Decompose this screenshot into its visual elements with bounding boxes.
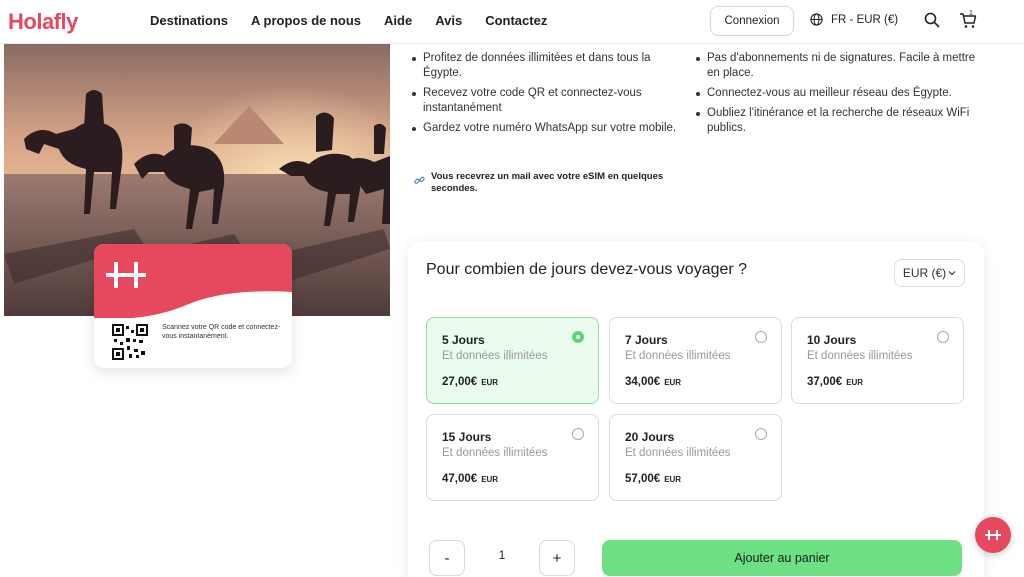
plan-days: 5 Jours: [442, 333, 485, 347]
plan-days: 10 Jours: [807, 333, 857, 347]
plan-price-currency: EUR: [664, 475, 682, 484]
plan-price-value: 47,00€: [442, 473, 478, 485]
features-list-right: Pas d'abonnements ni de signatures. Faci…: [694, 51, 984, 141]
globe-icon: [810, 13, 823, 26]
decrement-quantity-button[interactable]: -: [429, 540, 465, 576]
currency-value: EUR (€): [902, 266, 947, 280]
language-label: FR - EUR (€): [831, 13, 899, 26]
plan-selector-panel: Pour combien de jours devez-vous voyager…: [408, 241, 984, 577]
plan-price: 47,00€ EUR: [442, 473, 498, 485]
plan-data: Et données illimitées: [807, 350, 913, 362]
esim-card-caption: Scannez votre QR code et connectez-vous …: [162, 324, 281, 340]
login-button[interactable]: Connexion: [710, 6, 794, 36]
plan-price-currency: EUR: [481, 475, 499, 484]
plan-price-value: 57,00€: [625, 473, 661, 485]
plan-price-currency: EUR: [481, 378, 499, 387]
plan-days: 20 Jours: [625, 430, 675, 444]
quantity-value[interactable]: 1: [496, 548, 508, 562]
plan-data: Et données illimitées: [442, 350, 548, 362]
search-icon[interactable]: [924, 12, 940, 28]
plan-price-value: 34,00€: [625, 376, 661, 388]
plan-price: 57,00€ EUR: [625, 473, 681, 485]
feature-item: Gardez votre numéro WhatsApp sur votre m…: [410, 121, 680, 136]
feature-item: Pas d'abonnements ni de signatures. Faci…: [694, 51, 984, 81]
plan-option-7-days[interactable]: 7 Jours Et données illimitées 34,00€ EUR: [609, 317, 782, 404]
plan-selector-title: Pour combien de jours devez-vous voyager…: [426, 261, 748, 278]
plan-radio[interactable]: [572, 331, 584, 343]
feature-item: Oubliez l'itinérance et la recherche de …: [694, 106, 984, 136]
currency-dropdown[interactable]: EUR (€): [894, 259, 965, 287]
plan-data: Et données illimitées: [625, 447, 731, 459]
main-nav: Destinations A propos de nous Aide Avis …: [150, 13, 570, 28]
plan-option-10-days[interactable]: 10 Jours Et données illimitées 37,00€ EUR: [791, 317, 964, 404]
nav-help[interactable]: Aide: [384, 13, 412, 28]
feature-item: Connectez-vous au meilleur réseau des Ég…: [694, 86, 984, 101]
plan-option-15-days[interactable]: 15 Jours Et données illimitées 47,00€ EUR: [426, 414, 599, 501]
plan-price: 27,00€ EUR: [442, 376, 498, 388]
plan-price: 34,00€ EUR: [625, 376, 681, 388]
plan-days: 7 Jours: [625, 333, 668, 347]
plan-price-value: 27,00€: [442, 376, 478, 388]
plan-days: 15 Jours: [442, 430, 492, 444]
plan-data: Et données illimitées: [625, 350, 731, 362]
email-delivery-text: Vous recevrez un mail avec votre eSIM en…: [431, 171, 664, 194]
nav-reviews[interactable]: Avis: [435, 13, 462, 28]
holafly-h-icon: [106, 262, 146, 288]
add-to-cart-button[interactable]: Ajouter au panier: [602, 540, 962, 576]
increment-quantity-button[interactable]: +: [539, 540, 575, 576]
cart-badge: 1: [969, 10, 973, 17]
chat-button[interactable]: [975, 517, 1011, 553]
feature-item: Recevez votre code QR et connectez-vous …: [410, 86, 680, 116]
feature-item: Profitez de données illimitées et dans t…: [410, 51, 680, 81]
nav-contact[interactable]: Contactez: [485, 13, 547, 28]
plan-price-value: 37,00€: [807, 376, 843, 388]
nav-about[interactable]: A propos de nous: [251, 13, 361, 28]
chevron-down-icon: [948, 271, 956, 276]
plan-option-20-days[interactable]: 20 Jours Et données illimitées 57,00€ EUR: [609, 414, 782, 501]
plan-radio[interactable]: [755, 428, 767, 440]
top-navigation-bar: Holafly Destinations A propos de nous Ai…: [0, 0, 1024, 44]
qr-code-icon: [112, 324, 148, 360]
plan-price: 37,00€ EUR: [807, 376, 863, 388]
holafly-logo[interactable]: Holafly: [8, 9, 78, 35]
esim-card: Scannez votre QR code et connectez-vous …: [94, 244, 292, 368]
chat-icon: [985, 530, 1001, 540]
plan-radio[interactable]: [937, 331, 949, 343]
plan-radio[interactable]: [572, 428, 584, 440]
features-list-left: Profitez de données illimitées et dans t…: [410, 51, 680, 141]
link-icon: [414, 176, 425, 184]
plan-price-currency: EUR: [846, 378, 864, 387]
plan-option-5-days[interactable]: 5 Jours Et données illimitées 27,00€ EUR: [426, 317, 599, 404]
plan-data: Et données illimitées: [442, 447, 548, 459]
plan-price-currency: EUR: [664, 378, 682, 387]
nav-destinations[interactable]: Destinations: [150, 13, 228, 28]
email-delivery-note: Vous recevrez un mail avec votre eSIM en…: [414, 171, 694, 195]
language-selector[interactable]: FR - EUR (€): [810, 13, 898, 26]
plan-radio[interactable]: [755, 331, 767, 343]
cart-icon[interactable]: 1: [958, 10, 978, 30]
